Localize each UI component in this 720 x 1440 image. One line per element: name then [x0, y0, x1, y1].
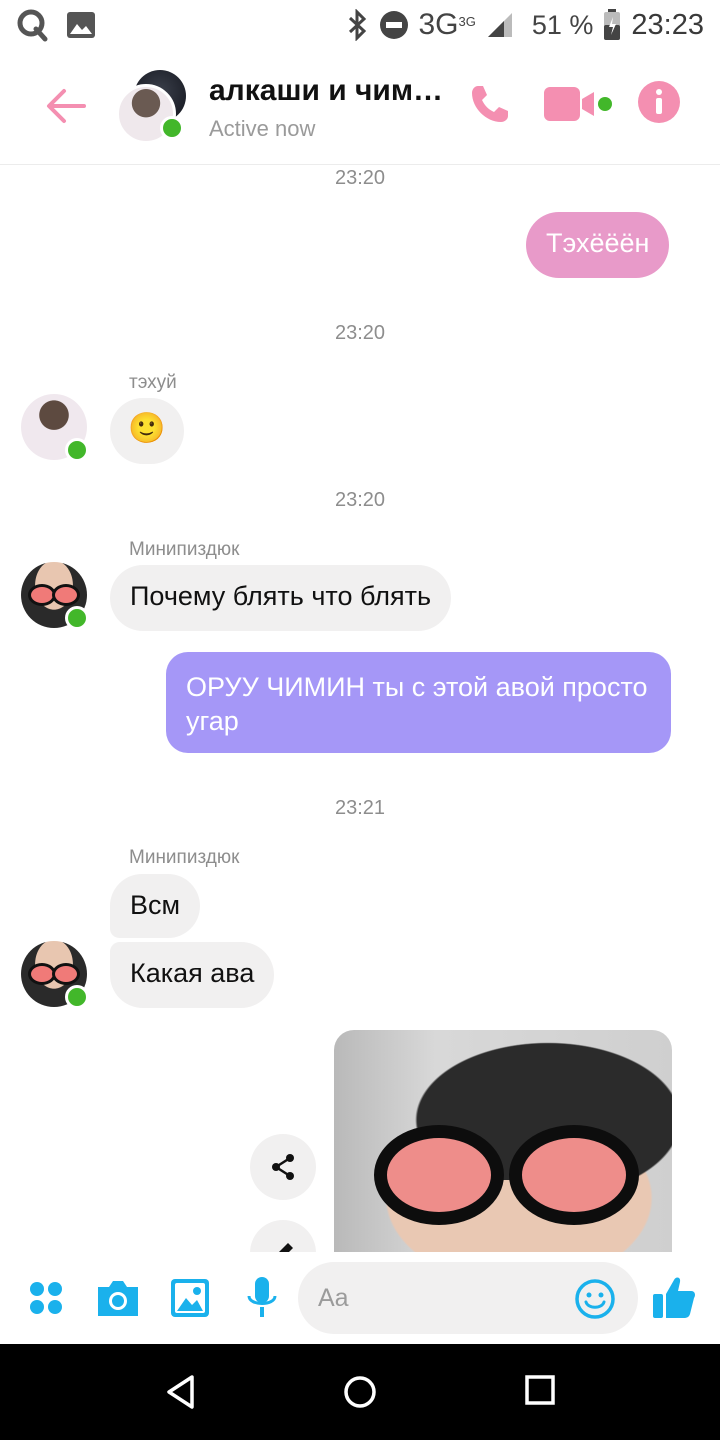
online-indicator	[65, 985, 89, 1009]
sender-name: тэхуй	[129, 372, 177, 393]
outgoing-message[interactable]: Тэхёёён	[526, 212, 670, 278]
image-icon	[67, 12, 95, 38]
nav-recents-icon[interactable]	[524, 1374, 556, 1406]
notification-q-icon	[17, 9, 48, 42]
sender-name: Минипиздюк	[129, 539, 240, 560]
battery-percent: 51 %	[531, 9, 594, 40]
timestamp: 23:21	[334, 797, 386, 819]
incoming-message[interactable]: Всм	[110, 874, 201, 938]
emoji-message[interactable]: 🙂	[110, 398, 184, 464]
info-icon[interactable]	[637, 80, 681, 124]
photo-sunglasses-left	[374, 1125, 504, 1225]
online-indicator	[65, 606, 89, 630]
message-composer: Aa	[0, 1252, 720, 1344]
chat-active-status: Active now	[209, 116, 316, 141]
sender-name: Минипиздюк	[129, 847, 240, 868]
sender-avatar[interactable]	[21, 941, 89, 1009]
network-type: 3G	[418, 8, 459, 41]
photo-sunglasses-right	[509, 1125, 639, 1225]
gallery-icon[interactable]	[170, 1278, 210, 1318]
message-input-placeholder: Aa	[318, 1284, 349, 1312]
timestamp: 23:20	[334, 322, 386, 344]
chat-title[interactable]: алкаши и чим…	[209, 74, 449, 108]
emoji-icon[interactable]	[574, 1278, 616, 1320]
back-arrow-icon[interactable]	[42, 82, 90, 130]
more-apps-icon[interactable]	[28, 1280, 64, 1316]
photo-message[interactable]	[334, 1030, 672, 1252]
timestamp: 23:20	[334, 167, 386, 189]
bluetooth-icon	[348, 9, 366, 41]
group-avatar[interactable]	[116, 68, 188, 144]
battery-icon	[604, 9, 621, 40]
chat-header: алкаши и чим… Active now	[0, 52, 720, 165]
camera-icon[interactable]	[95, 1278, 141, 1318]
incoming-message[interactable]: Какая ава	[110, 942, 275, 1008]
network-sup: 3G	[458, 14, 476, 29]
signal-icon	[487, 13, 512, 37]
messenger-screen: 3G 3G 51 % 23:23 алкаши и чим… Active no…	[0, 0, 720, 1440]
timestamp: 23:20	[334, 489, 386, 511]
clock: 23:23	[631, 8, 704, 41]
nav-home-icon[interactable]	[342, 1374, 378, 1410]
online-indicator	[160, 116, 184, 140]
outgoing-message[interactable]: ОРУУ ЧИМИН ты с этой авой просто угар	[166, 652, 671, 753]
microphone-icon[interactable]	[246, 1276, 278, 1320]
phone-call-icon[interactable]	[466, 80, 514, 128]
message-input[interactable]: Aa	[298, 1262, 638, 1334]
status-bar: 3G 3G 51 % 23:23	[0, 0, 720, 50]
online-indicator	[65, 438, 89, 462]
sender-avatar[interactable]	[21, 394, 89, 462]
share-icon	[272, 1154, 294, 1180]
sender-avatar[interactable]	[21, 562, 89, 630]
incoming-message[interactable]: Почему блять что блять	[110, 565, 452, 631]
android-navigation-bar	[0, 1344, 720, 1440]
video-call-icon[interactable]	[544, 80, 616, 128]
do-not-disturb-icon	[379, 11, 408, 39]
like-thumbs-up-icon[interactable]	[652, 1274, 696, 1320]
nav-back-icon[interactable]	[164, 1374, 198, 1410]
share-button[interactable]	[250, 1134, 316, 1200]
